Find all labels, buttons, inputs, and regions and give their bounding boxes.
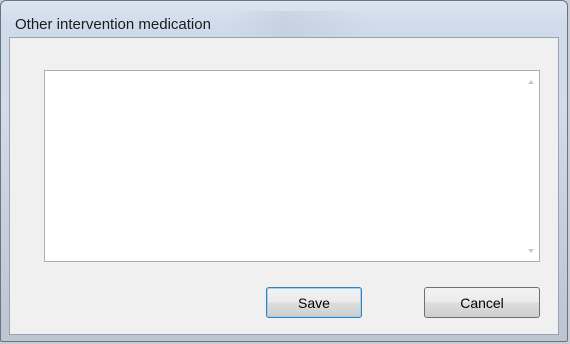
chevron-down-icon bbox=[527, 248, 534, 253]
save-button[interactable]: Save bbox=[266, 287, 362, 318]
medication-textarea[interactable] bbox=[45, 71, 519, 261]
title-bar[interactable]: Other intervention medication bbox=[1, 1, 567, 37]
vertical-scrollbar[interactable] bbox=[522, 71, 539, 261]
cancel-button[interactable]: Cancel bbox=[424, 287, 540, 318]
chevron-up-icon bbox=[527, 79, 534, 84]
scroll-up-arrow[interactable] bbox=[522, 73, 539, 90]
scroll-down-arrow[interactable] bbox=[522, 242, 539, 259]
title-bar-glass-reflection bbox=[226, 11, 376, 37]
dialog-content: Save Cancel bbox=[9, 37, 559, 335]
dialog-title: Other intervention medication bbox=[15, 16, 211, 33]
dialog-window: Other intervention medication Save Cance… bbox=[0, 0, 568, 342]
medication-text-box[interactable] bbox=[44, 70, 540, 262]
